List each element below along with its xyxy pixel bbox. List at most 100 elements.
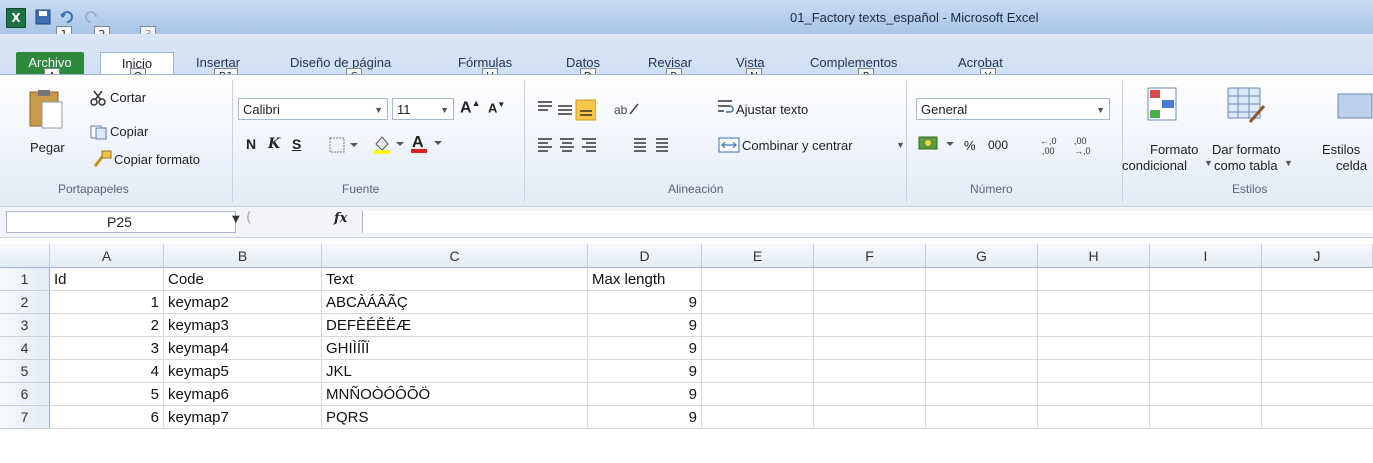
row-header[interactable]: 4 <box>0 337 50 360</box>
underline-button[interactable]: S <box>292 136 301 152</box>
chevron-down-icon[interactable]: ▼ <box>232 214 240 225</box>
cell-b2[interactable]: keymap2 <box>164 291 322 314</box>
cell-c6[interactable]: MNÑOÒÓÔÕÖ <box>322 383 588 406</box>
merge-center-icon[interactable] <box>718 136 740 157</box>
cell-d5[interactable]: 9 <box>588 360 702 383</box>
copy-icon[interactable] <box>90 124 108 143</box>
align-top-icon[interactable] <box>536 98 597 125</box>
cell-c4[interactable]: GHIÌÍÎÏ <box>322 337 588 360</box>
cell-d4[interactable]: 9 <box>588 337 702 360</box>
cell-c1[interactable]: Text <box>322 268 588 291</box>
format-as-table-line1[interactable]: Dar formato <box>1212 142 1281 157</box>
column-header[interactable]: I <box>1150 244 1262 268</box>
name-box[interactable]: P25 <box>6 211 236 233</box>
cell-b3[interactable]: keymap3 <box>164 314 322 337</box>
cell-c3[interactable]: DEFÈÉÊËÆ <box>322 314 588 337</box>
orientation-icon[interactable]: ab <box>614 100 644 121</box>
font-size-select[interactable]: 11 ▼ <box>392 98 454 120</box>
merge-center-button[interactable]: Combinar y centrar <box>742 138 853 153</box>
number-format-select[interactable]: General ▼ <box>916 98 1110 120</box>
row-header[interactable]: 1 <box>0 268 50 291</box>
format-painter-button[interactable]: Copiar formato <box>114 152 200 167</box>
conditional-format-icon[interactable] <box>1146 86 1182 129</box>
cell-b6[interactable]: keymap6 <box>164 383 322 406</box>
chevron-down-icon[interactable]: ▼ <box>1204 158 1213 168</box>
font-name-select[interactable]: Calibri ▼ <box>238 98 388 120</box>
cell-c7[interactable]: PQRS <box>322 406 588 429</box>
paste-icon[interactable] <box>26 88 66 135</box>
cell-a7[interactable]: 6 <box>50 406 164 429</box>
format-painter-icon[interactable] <box>92 150 112 171</box>
cell-b1[interactable]: Code <box>164 268 322 291</box>
cell-d2[interactable]: 9 <box>588 291 702 314</box>
tab-diseno-de-pagina[interactable]: Diseño de página <box>290 52 391 74</box>
cell-a1[interactable]: Id <box>50 268 164 291</box>
shrink-font-icon[interactable]: A▼ <box>488 100 505 115</box>
column-header[interactable]: B <box>164 244 322 268</box>
cell-a3[interactable]: 2 <box>50 314 164 337</box>
tab-complementos[interactable]: Complementos <box>810 52 897 74</box>
currency-icon[interactable] <box>918 134 962 157</box>
cell-styles-icon[interactable] <box>1336 86 1373 129</box>
align-left-icon[interactable] <box>536 136 606 157</box>
conditional-format-line2[interactable]: condicional <box>1122 158 1187 173</box>
font-color-icon[interactable]: A <box>410 132 444 157</box>
increase-decimal-icon[interactable]: ←,0,00,00 →,0 <box>1040 132 1110 159</box>
column-header[interactable]: E <box>702 244 814 268</box>
bold-button[interactable]: N <box>246 136 256 152</box>
row-header[interactable]: 2 <box>0 291 50 314</box>
undo-icon[interactable] <box>58 8 76 26</box>
cell-d1[interactable]: Max length <box>588 268 702 291</box>
cell-a6[interactable]: 5 <box>50 383 164 406</box>
chevron-down-icon[interactable]: ▼ <box>1284 158 1293 168</box>
fill-color-icon[interactable] <box>372 134 406 157</box>
chevron-down-icon[interactable]: ▼ <box>896 140 905 150</box>
empty-cells-area[interactable] <box>702 268 1373 429</box>
insert-function-icon[interactable]: fx <box>334 211 347 226</box>
cell-a5[interactable]: 4 <box>50 360 164 383</box>
row-header[interactable]: 6 <box>0 383 50 406</box>
column-header[interactable]: G <box>926 244 1038 268</box>
excel-app-icon[interactable]: X <box>6 8 26 28</box>
column-header[interactable]: H <box>1038 244 1150 268</box>
format-as-table-icon[interactable] <box>1226 86 1266 129</box>
paste-button[interactable]: Pegar <box>30 140 65 155</box>
cut-button[interactable]: Cortar <box>110 90 146 105</box>
select-all-corner[interactable] <box>0 244 50 268</box>
cell-c2[interactable]: ABCÀÁÂÃÇ <box>322 291 588 314</box>
conditional-format-line1[interactable]: Formato <box>1150 142 1198 157</box>
column-header[interactable]: A <box>50 244 164 268</box>
row-header[interactable]: 5 <box>0 360 50 383</box>
cell-b7[interactable]: keymap7 <box>164 406 322 429</box>
cell-styles-line2[interactable]: celda <box>1336 158 1367 173</box>
save-icon[interactable] <box>34 8 52 26</box>
column-header[interactable]: D <box>588 244 702 268</box>
column-header[interactable]: C <box>322 244 588 268</box>
scissors-icon[interactable] <box>90 90 106 109</box>
italic-button[interactable]: K <box>268 136 280 152</box>
cell-d6[interactable]: 9 <box>588 383 702 406</box>
cell-a2[interactable]: 1 <box>50 291 164 314</box>
cell-b5[interactable]: keymap5 <box>164 360 322 383</box>
format-as-table-line2[interactable]: como tabla <box>1214 158 1278 173</box>
cell-d3[interactable]: 9 <box>588 314 702 337</box>
cell-b4[interactable]: keymap4 <box>164 337 322 360</box>
row-header[interactable]: 3 <box>0 314 50 337</box>
cell-styles-line1[interactable]: Estilos <box>1322 142 1360 157</box>
redo-icon[interactable] <box>82 8 100 26</box>
row-header[interactable]: 7 <box>0 406 50 429</box>
grow-font-icon[interactable]: A▲ <box>460 98 480 117</box>
indent-icon[interactable] <box>628 136 678 157</box>
copy-button[interactable]: Copiar <box>110 124 148 139</box>
column-header[interactable]: F <box>814 244 926 268</box>
column-header[interactable]: J <box>1262 244 1373 268</box>
cell-a4[interactable]: 3 <box>50 337 164 360</box>
wrap-text-icon[interactable] <box>716 98 736 119</box>
thousands-button[interactable]: 000 <box>988 138 1008 152</box>
borders-icon[interactable] <box>328 136 360 157</box>
percent-button[interactable]: % <box>964 138 976 153</box>
cell-c5[interactable]: JKL <box>322 360 588 383</box>
formula-input[interactable] <box>362 211 1373 233</box>
wrap-text-button[interactable]: Ajustar texto <box>736 102 808 117</box>
cell-d7[interactable]: 9 <box>588 406 702 429</box>
